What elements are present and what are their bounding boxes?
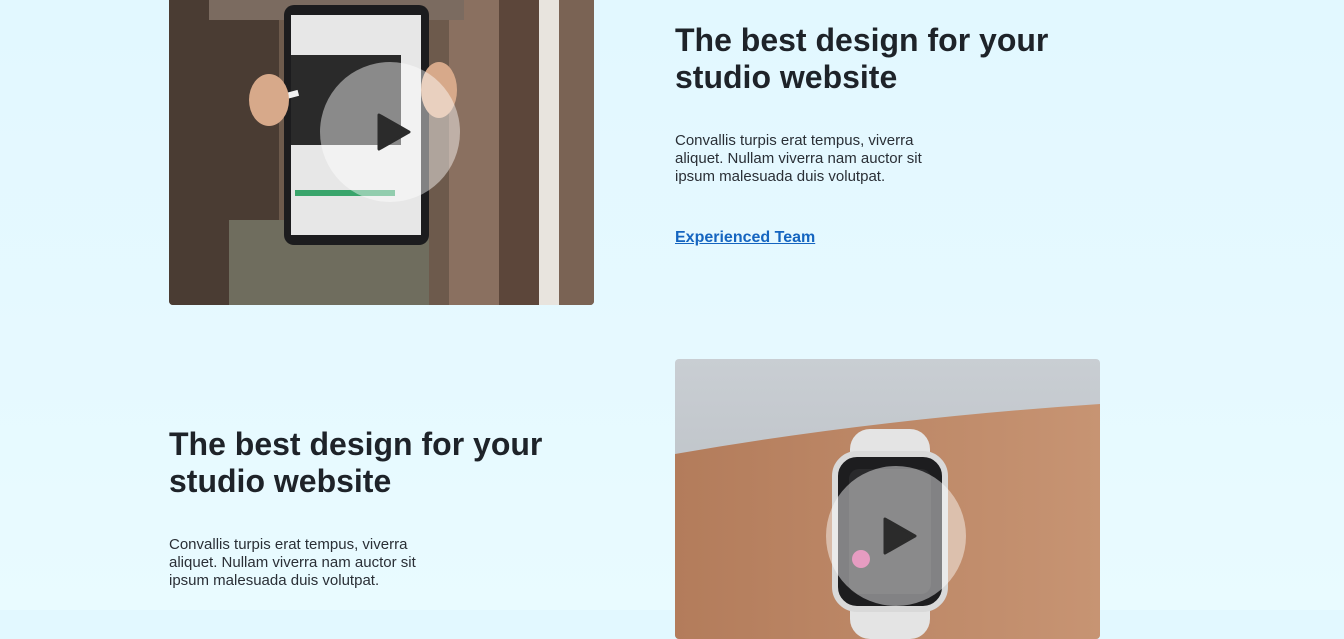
experienced-team-link[interactable]: Experienced Team: [675, 229, 815, 247]
feature-image-watch: [675, 359, 1100, 639]
feature-body-top: Convallis turpis erat tempus, viverra al…: [675, 132, 922, 185]
play-button-bottom[interactable]: [826, 466, 966, 606]
feature-heading-bottom: The best design for your studio website: [169, 426, 543, 499]
play-icon: [883, 517, 917, 555]
play-button-top[interactable]: [320, 62, 460, 202]
feature-heading-top: The best design for your studio website: [675, 22, 1049, 95]
feature-body-bottom: Convallis turpis erat tempus, viverra al…: [169, 536, 416, 589]
play-icon: [377, 113, 411, 151]
feature-image-tablet: [169, 0, 594, 305]
